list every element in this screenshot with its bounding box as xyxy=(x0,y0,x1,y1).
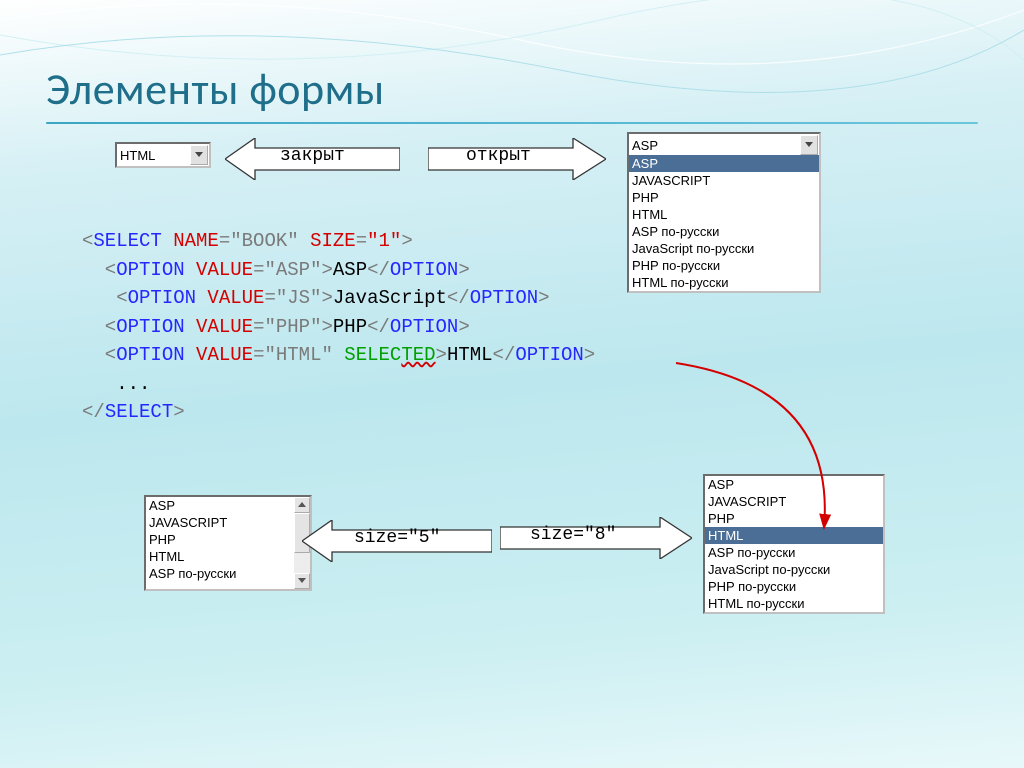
slide: Элементы формы HTML закрыт открыт ASP AS… xyxy=(0,0,1024,768)
scroll-down-icon[interactable] xyxy=(294,573,310,589)
list-item[interactable]: JavaScript по-русски xyxy=(629,240,819,257)
list-item[interactable]: HTML xyxy=(705,527,883,544)
list-item[interactable]: PHP xyxy=(146,531,294,548)
list-item[interactable]: ASP по-русски xyxy=(146,565,294,582)
list-item[interactable]: HTML по-русски xyxy=(629,274,819,291)
code-snippet: <select name="book" size="1"> <option va… xyxy=(82,227,595,427)
list-item[interactable]: JAVASCRIPT xyxy=(629,172,819,189)
arrow-open-label: открыт xyxy=(466,146,531,166)
list-item[interactable]: ASP xyxy=(146,497,294,514)
list-item[interactable]: PHP по-русски xyxy=(629,257,819,274)
arrow-size8-label: size="8" xyxy=(530,525,616,545)
listbox-size8[interactable]: ASPJAVASCRIPTPHPHTMLASP по-русскиJavaScr… xyxy=(703,474,885,614)
dropdown-closed-value: HTML xyxy=(117,148,190,163)
scroll-up-icon[interactable] xyxy=(294,497,310,513)
dropdown-toggle-icon[interactable] xyxy=(190,145,208,165)
arrow-closed: закрыт xyxy=(225,138,400,180)
list-item[interactable]: JAVASCRIPT xyxy=(705,493,883,510)
dropdown-open-header-value: ASP xyxy=(629,138,800,153)
list-item[interactable]: ASP xyxy=(705,476,883,493)
list-item[interactable]: HTML по-русски xyxy=(705,595,883,612)
list-item[interactable]: HTML xyxy=(146,548,294,565)
dropdown-closed[interactable]: HTML xyxy=(115,142,211,168)
list-item[interactable]: PHP xyxy=(629,189,819,206)
arrow-open: открыт xyxy=(428,138,606,180)
arrow-size5-label: size="5" xyxy=(354,528,440,548)
listbox-open[interactable]: ASPJAVASCRIPTPHPHTMLASP по-русскиJavaScr… xyxy=(627,155,821,293)
list-item[interactable]: ASP по-русски xyxy=(705,544,883,561)
list-item[interactable]: PHP по-русски xyxy=(705,578,883,595)
list-item[interactable]: ASP xyxy=(629,155,819,172)
listbox-size5[interactable]: ASPJAVASCRIPTPHPHTMLASP по-русски xyxy=(144,495,312,591)
title-underline xyxy=(46,122,978,124)
slide-title: Элементы формы xyxy=(46,62,385,116)
list-item[interactable]: JavaScript по-русски xyxy=(705,561,883,578)
arrow-size8: size="8" xyxy=(500,517,692,559)
list-item[interactable]: HTML xyxy=(629,206,819,223)
list-item[interactable]: PHP xyxy=(705,510,883,527)
arrow-size5: size="5" xyxy=(302,520,492,562)
dropdown-open-toggle-icon[interactable] xyxy=(800,135,818,155)
arrow-closed-label: закрыт xyxy=(280,146,345,166)
list-item[interactable]: JAVASCRIPT xyxy=(146,514,294,531)
list-item[interactable]: ASP по-русски xyxy=(629,223,819,240)
